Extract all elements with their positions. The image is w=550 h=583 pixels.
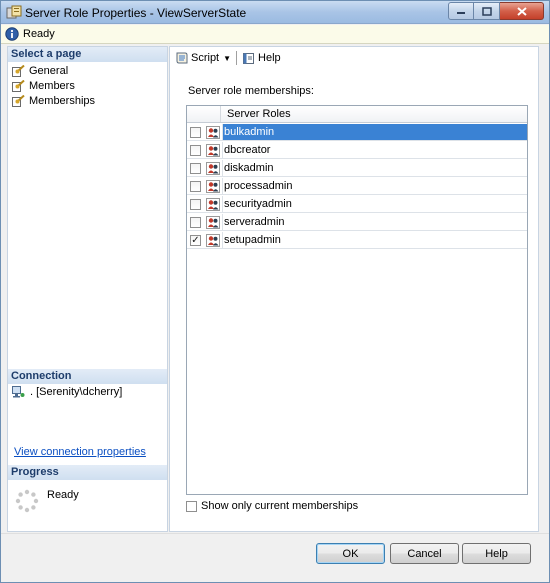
server-roles-grid[interactable]: Server Roles bulkadmin dbcreator diskadmin… — [186, 105, 528, 495]
role-checkbox[interactable] — [190, 217, 201, 228]
table-row[interactable]: dbcreator — [187, 142, 527, 159]
table-row[interactable]: processadmin — [187, 178, 527, 195]
grid-header-server-roles: Server Roles — [227, 108, 291, 120]
progress-status: Ready — [47, 489, 79, 501]
dialog-window: Server Role Properties - ViewServerState… — [0, 0, 550, 583]
cancel-button[interactable]: Cancel — [390, 543, 459, 564]
role-checkbox[interactable]: ✓ — [190, 235, 201, 246]
role-name: setupadmin — [222, 232, 527, 248]
role-checkbox[interactable] — [190, 145, 201, 156]
server-role-icon — [206, 234, 220, 247]
help-book-icon — [243, 52, 255, 64]
view-connection-properties-link[interactable]: View connection properties — [14, 446, 146, 458]
role-checkbox[interactable] — [190, 199, 201, 210]
footer-divider — [1, 533, 549, 534]
checkbox-box[interactable] — [186, 500, 197, 512]
role-checkbox[interactable] — [190, 181, 201, 192]
script-button[interactable]: Script ▼ — [172, 52, 234, 65]
progress-header: Progress — [8, 465, 167, 480]
role-name: securityadmin — [222, 196, 527, 212]
title-bar[interactable]: Server Role Properties - ViewServerState — [1, 1, 549, 24]
table-row[interactable]: securityadmin — [187, 196, 527, 213]
server-role-icon — [206, 180, 220, 193]
page-wrench-icon — [12, 80, 25, 92]
role-checkbox[interactable] — [190, 163, 201, 174]
help-toolbar-label: Help — [258, 52, 281, 64]
status-bar: Ready — [1, 25, 549, 44]
server-role-icon — [206, 126, 220, 139]
connection-info: . [Serenity\dcherry] — [12, 386, 122, 398]
window-title: Server Role Properties - ViewServerState — [25, 6, 247, 20]
server-role-icon — [206, 216, 220, 229]
role-name: serveradmin — [222, 214, 527, 230]
status-text: Ready — [23, 28, 55, 40]
server-role-icon — [206, 144, 220, 157]
page-wrench-icon — [12, 65, 25, 77]
role-checkbox[interactable] — [190, 127, 201, 138]
page-item-label: General — [29, 65, 69, 77]
help-toolbar-button[interactable]: Help — [239, 52, 284, 65]
grid-header: Server Roles — [187, 106, 527, 123]
show-only-current-memberships-checkbox[interactable]: Show only current memberships — [186, 500, 358, 512]
grid-header-checkbox-column — [187, 106, 221, 122]
close-icon — [516, 6, 527, 16]
server-app-icon — [6, 5, 22, 19]
toolbar-separator — [236, 51, 238, 65]
table-row[interactable]: serveradmin — [187, 214, 527, 231]
script-icon — [176, 52, 188, 63]
page-item-label: Members — [29, 80, 75, 92]
table-row[interactable]: bulkadmin — [187, 124, 527, 141]
script-dropdown-arrow-icon[interactable]: ▼ — [223, 54, 231, 63]
memberships-label: Server role memberships: — [188, 85, 314, 97]
page-item-memberships[interactable]: Memberships — [12, 94, 95, 108]
left-pane: Select a page General Members Membership… — [7, 46, 168, 532]
page-item-general[interactable]: General — [12, 64, 68, 78]
ok-button[interactable]: OK — [316, 543, 385, 564]
role-name: dbcreator — [222, 142, 527, 158]
table-row[interactable]: ✓ setupadmin — [187, 232, 527, 249]
page-item-label: Memberships — [29, 95, 96, 107]
show-only-label: Show only current memberships — [201, 500, 359, 512]
page-wrench-icon — [12, 95, 25, 107]
info-icon — [5, 27, 19, 41]
close-button[interactable] — [500, 2, 544, 20]
script-label: Script — [191, 52, 220, 64]
server-connection-icon — [12, 386, 25, 398]
toolbar: Script ▼ Help — [172, 49, 284, 67]
help-button[interactable]: Help — [462, 543, 531, 564]
server-role-icon — [206, 198, 220, 211]
progress-spinner-icon — [15, 489, 39, 513]
minimize-button[interactable] — [448, 2, 474, 20]
role-name: diskadmin — [222, 160, 527, 176]
connection-header: Connection — [8, 369, 167, 384]
role-name: processadmin — [222, 178, 527, 194]
table-row[interactable]: diskadmin — [187, 160, 527, 177]
maximize-button[interactable] — [474, 2, 500, 20]
minimize-icon — [457, 12, 465, 14]
maximize-icon — [481, 6, 492, 16]
caption-buttons — [448, 2, 544, 20]
right-pane: Script ▼ Help Server role memberships: S… — [169, 46, 539, 532]
page-item-members[interactable]: Members — [12, 79, 75, 93]
role-name: bulkadmin — [222, 124, 527, 140]
connection-value: . [Serenity\dcherry] — [30, 386, 123, 398]
server-role-icon — [206, 162, 220, 175]
select-page-header: Select a page — [8, 47, 167, 62]
